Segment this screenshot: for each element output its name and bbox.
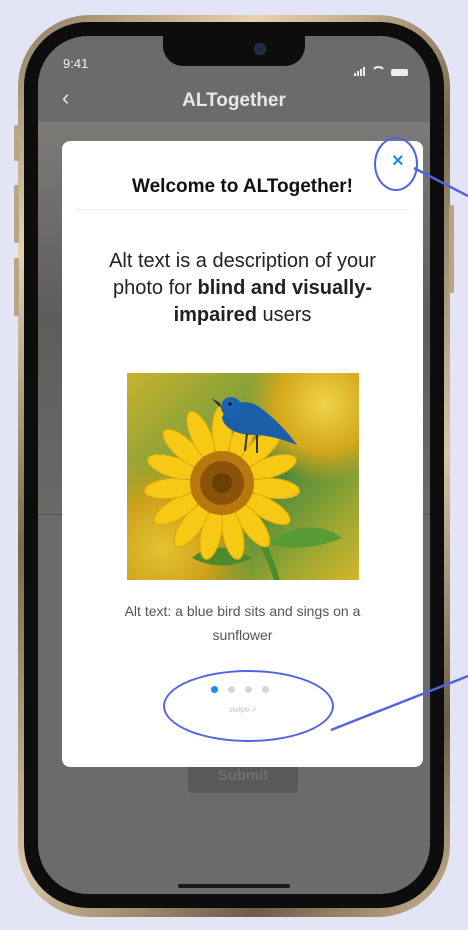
annotation-lines	[330, 166, 468, 732]
